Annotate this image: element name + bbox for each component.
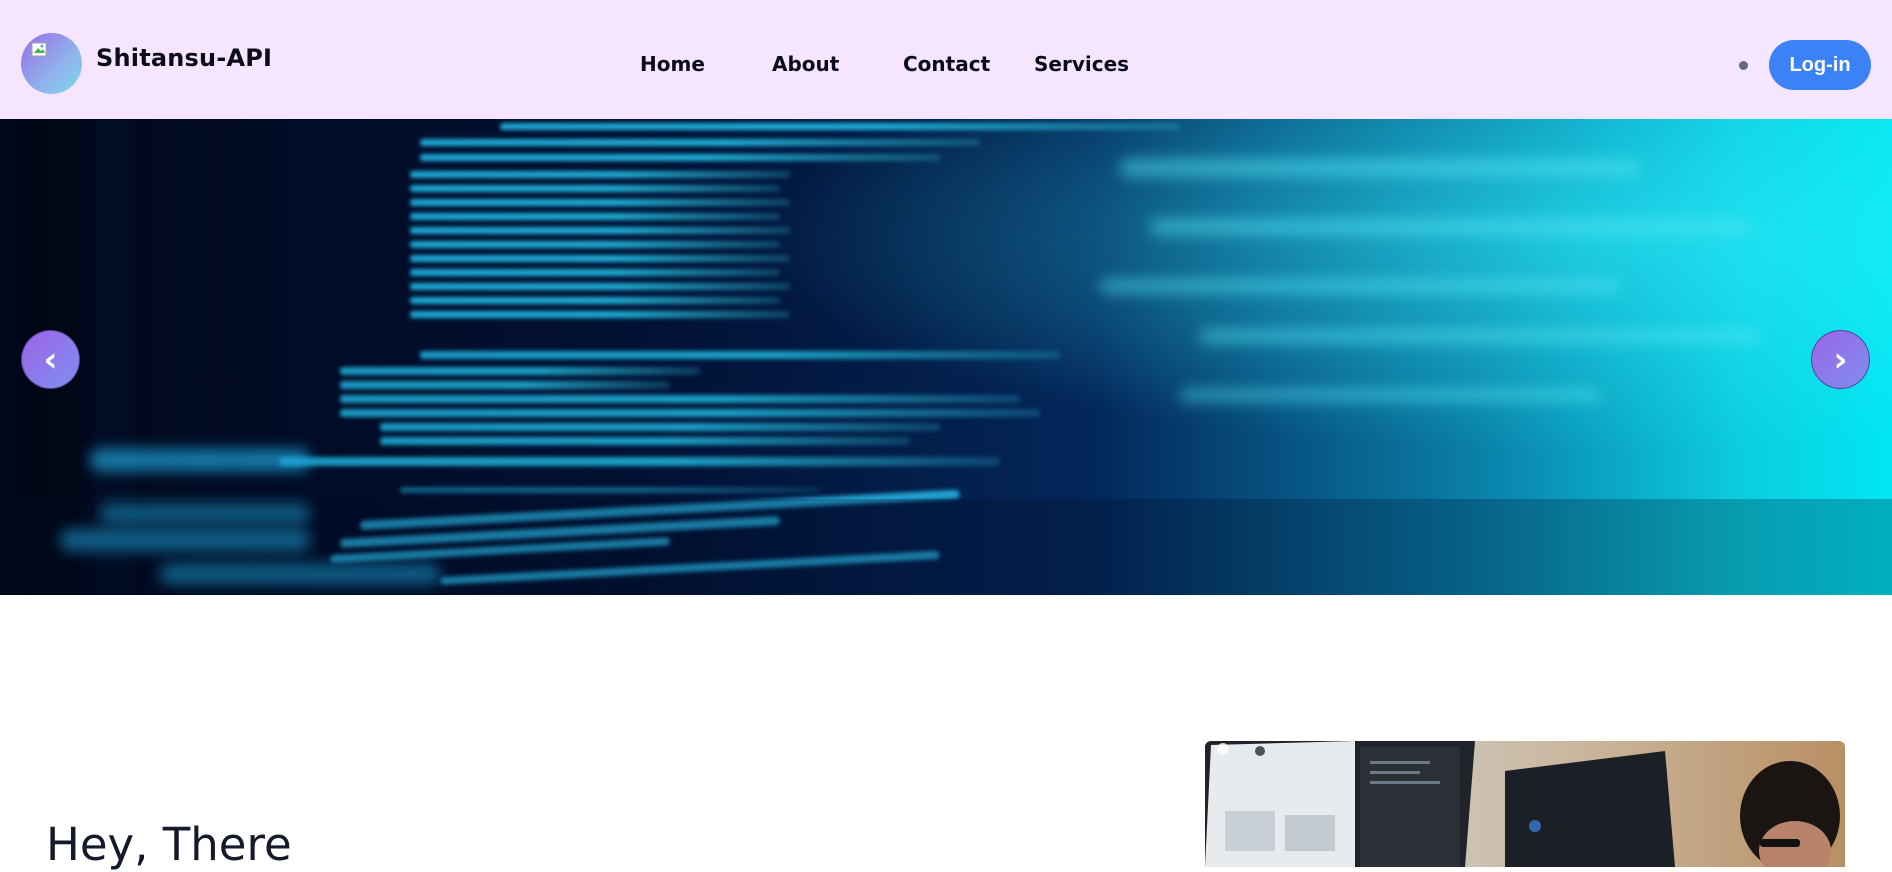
carousel-next-button[interactable]: › [1811,330,1870,389]
status-dot [1739,61,1748,70]
navbar: Shitansu-API Home About Contact Services… [0,0,1892,119]
developer-photo-image [1205,741,1845,867]
developer-photo [1205,741,1845,867]
hero-carousel: ‹ › [0,119,1892,595]
nav-contact[interactable]: Contact [903,54,990,74]
login-button[interactable]: Log-in [1769,40,1871,90]
code-banner-image [0,119,1892,595]
nav-services[interactable]: Services [1034,54,1129,74]
intro-heading: Hey, There [46,818,292,871]
brand-logo[interactable] [21,33,82,94]
broken-image-icon [31,42,47,57]
carousel-prev-button[interactable]: ‹ [21,330,80,389]
brand-name[interactable]: Shitansu-API [96,46,272,70]
nav-about[interactable]: About [772,54,839,74]
nav-home[interactable]: Home [640,54,705,74]
